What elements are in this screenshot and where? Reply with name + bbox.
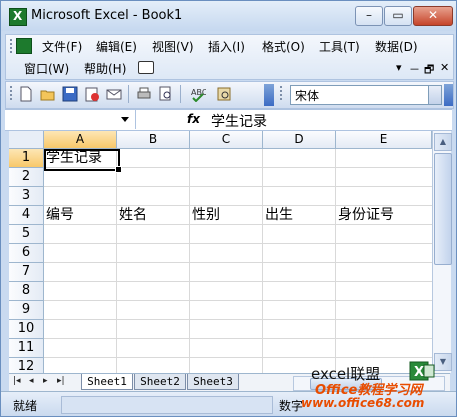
worksheet-grid: A B C D E 1 2 3 4 5 6 7 8 9 10 11 12 学生记…	[9, 131, 432, 373]
status-panel-empty	[61, 396, 273, 414]
menu-help[interactable]: 帮助(H)	[84, 60, 126, 77]
window-title: Microsoft Excel - Book1	[31, 8, 183, 23]
font-name-value: 宋体	[295, 89, 320, 103]
scroll-down-arrow-icon[interactable]: ▼	[434, 353, 452, 371]
formatting-options-button[interactable]	[444, 84, 453, 106]
cell-c4[interactable]: 性别	[192, 206, 262, 224]
minimize-button[interactable]: –	[355, 6, 383, 26]
row-header-5[interactable]: 5	[9, 225, 44, 244]
cell-e4[interactable]: 身份证号	[338, 206, 428, 224]
formula-input[interactable]: 学生记录	[211, 111, 267, 131]
menu-bar: 文件(F) 编辑(E) 视图(V) 插入(I) 格式(O) 工具(T) 数据(D…	[5, 34, 454, 80]
formula-bar: fx 学生记录	[5, 109, 452, 131]
fx-icon[interactable]: fx	[187, 112, 200, 126]
mdi-restore-button[interactable]: 🗗	[424, 61, 434, 80]
toolbar-options-button[interactable]	[264, 84, 274, 106]
row-header-6[interactable]: 6	[9, 244, 44, 263]
row-header-9[interactable]: 9	[9, 301, 44, 320]
email-icon[interactable]	[106, 86, 122, 102]
first-sheet-icon[interactable]: |◂	[13, 376, 21, 386]
name-box-dropdown-icon[interactable]	[121, 117, 129, 122]
excel-window: X Microsoft Excel - Book1 – ▭ ✕ 文件(F) 编辑…	[0, 0, 457, 417]
menu-tools[interactable]: 工具(T)	[319, 38, 360, 55]
font-name-select[interactable]: 宋体	[290, 85, 442, 105]
status-num-mode: 数字	[279, 399, 304, 413]
row-header-12[interactable]: 12	[9, 358, 44, 373]
menu-format[interactable]: 格式(O)	[262, 38, 305, 55]
row-header-2[interactable]: 2	[9, 168, 44, 187]
row-header-7[interactable]: 7	[9, 263, 44, 282]
open-icon[interactable]	[40, 86, 56, 102]
cell-b4[interactable]: 姓名	[119, 206, 189, 224]
tab-sheet2[interactable]: Sheet2	[134, 374, 186, 390]
prev-sheet-icon[interactable]: ◂	[29, 376, 34, 386]
spelling-icon[interactable]: ABC	[190, 86, 206, 102]
cell-a4[interactable]: 编号	[46, 206, 116, 224]
fill-handle[interactable]	[115, 166, 122, 173]
excel-app-icon[interactable]: X	[9, 8, 27, 26]
mdi-minimize-button[interactable]: －	[409, 61, 420, 77]
row-header-1[interactable]: 1	[9, 149, 44, 168]
last-sheet-icon[interactable]: ▸|	[57, 376, 65, 386]
menu-file[interactable]: 文件(F)	[42, 38, 82, 55]
menu-edit[interactable]: 编辑(E)	[96, 38, 137, 55]
status-ready: 就绪	[13, 399, 38, 413]
toolbar-separator	[128, 85, 129, 103]
vertical-scroll-thumb[interactable]	[434, 153, 452, 265]
toolbar-grip[interactable]	[10, 86, 12, 102]
permission-icon[interactable]	[84, 86, 100, 102]
active-cell-selection[interactable]	[44, 149, 122, 173]
vertical-scrollbar[interactable]: ▲ ▼	[432, 131, 452, 373]
formatting-toolbar-grip[interactable]	[280, 86, 282, 102]
title-bar: X Microsoft Excel - Book1 – ▭ ✕	[1, 1, 456, 31]
svg-text:ABC: ABC	[191, 88, 206, 97]
new-icon[interactable]	[18, 86, 34, 102]
cell-gridlines	[44, 149, 432, 373]
tab-sheet1[interactable]: Sheet1	[81, 374, 133, 390]
mdi-menu-arrow-icon[interactable]: ▾	[396, 61, 402, 74]
mdi-close-button[interactable]: ✕	[440, 61, 449, 74]
cell-d4[interactable]: 出生	[265, 206, 335, 224]
next-sheet-icon[interactable]: ▸	[43, 376, 48, 386]
menu-view[interactable]: 视图(V)	[152, 38, 194, 55]
menu-grip[interactable]	[10, 39, 12, 53]
menu-window[interactable]: 窗口(W)	[24, 60, 69, 77]
close-button[interactable]: ✕	[413, 6, 453, 26]
column-header-e[interactable]: E	[336, 131, 432, 149]
column-header-d[interactable]: D	[263, 131, 336, 149]
research-icon[interactable]	[216, 86, 232, 102]
tab-sheet3[interactable]: Sheet3	[187, 374, 239, 390]
print-icon[interactable]	[136, 86, 152, 102]
watermark-url: www.office68.com	[301, 396, 425, 410]
print-preview-icon[interactable]	[158, 86, 174, 102]
column-header-b[interactable]: B	[117, 131, 190, 149]
document-icon[interactable]	[16, 38, 32, 54]
menu-data[interactable]: 数据(D)	[375, 38, 418, 55]
save-icon[interactable]	[62, 86, 78, 102]
restore-button[interactable]: ▭	[384, 6, 412, 26]
chevron-down-icon[interactable]	[428, 86, 441, 104]
scroll-up-arrow-icon[interactable]: ▲	[434, 133, 452, 151]
name-box[interactable]	[5, 110, 136, 129]
column-header-c[interactable]: C	[190, 131, 263, 149]
row-header-10[interactable]: 10	[9, 320, 44, 339]
standard-toolbar: ABC 宋体	[5, 81, 454, 109]
row-header-8[interactable]: 8	[9, 282, 44, 301]
camera-icon[interactable]	[138, 61, 154, 74]
row-header-4[interactable]: 4	[9, 206, 44, 225]
row-header-3[interactable]: 3	[9, 187, 44, 206]
row-header-11[interactable]: 11	[9, 339, 44, 358]
toolbar-separator	[180, 85, 181, 103]
svg-text:X: X	[414, 365, 424, 380]
menu-insert[interactable]: 插入(I)	[208, 38, 245, 55]
select-all-corner[interactable]	[9, 131, 44, 149]
column-header-a[interactable]: A	[44, 131, 117, 149]
